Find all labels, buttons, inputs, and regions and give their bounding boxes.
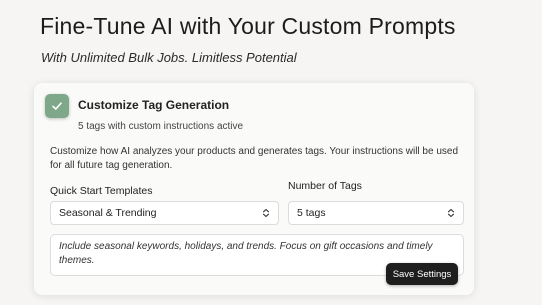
page-subtitle: With Unlimited Bulk Jobs. Limitless Pote… — [41, 50, 297, 65]
card-status: 5 tags with custom instructions active — [78, 121, 244, 132]
card-description: Customize how AI analyzes your products … — [50, 146, 459, 171]
customize-checkbox[interactable] — [45, 94, 69, 118]
save-settings-button[interactable]: Save Settings — [386, 263, 458, 285]
tag-count-select-value: 5 tags — [297, 207, 326, 219]
templates-select[interactable]: Seasonal & Trending — [50, 201, 279, 225]
chevron-up-down-icon — [262, 208, 270, 218]
templates-select-value: Seasonal & Trending — [59, 207, 157, 219]
chevron-up-down-icon — [447, 208, 455, 218]
card-title: Customize Tag Generation — [78, 98, 230, 112]
page-title: Fine-Tune AI with Your Custom Prompts — [40, 13, 456, 39]
tag-count-select[interactable]: 5 tags — [288, 201, 464, 225]
check-icon — [52, 102, 62, 110]
tag-count-label: Number of Tags — [288, 180, 362, 192]
templates-label: Quick Start Templates — [50, 185, 153, 197]
